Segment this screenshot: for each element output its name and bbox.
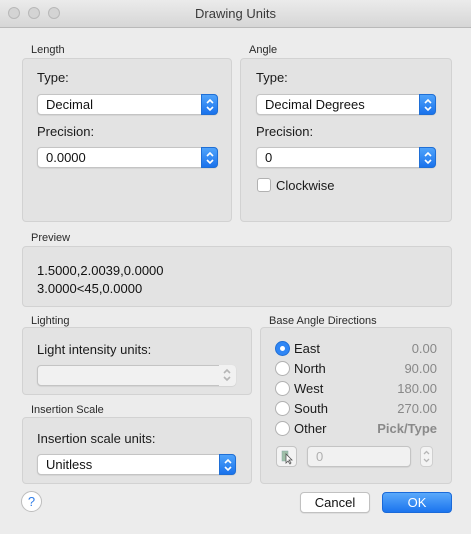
length-precision-value: 0.0000 — [46, 150, 86, 165]
angle-panel: Type: Decimal Degrees Precision: 0 Clock… — [240, 58, 452, 222]
clockwise-checkbox[interactable] — [257, 178, 271, 192]
ok-button[interactable]: OK — [382, 492, 452, 513]
radio-east-label[interactable]: East — [294, 341, 320, 356]
radio-south-label[interactable]: South — [294, 401, 328, 416]
cancel-button[interactable]: Cancel — [300, 492, 370, 513]
radio-other-label[interactable]: Other — [294, 421, 327, 436]
lighting-section-label: Lighting — [31, 315, 70, 327]
other-angle-input[interactable]: 0 — [307, 446, 411, 467]
radio-west[interactable] — [275, 381, 290, 396]
angle-precision-label: Precision: — [256, 124, 314, 139]
pick-type-label: Pick/Type — [377, 421, 437, 436]
length-type-label: Type: — [37, 70, 69, 85]
radio-north-label[interactable]: North — [294, 361, 326, 376]
length-precision-select[interactable]: 0.0000 — [37, 147, 218, 168]
north-angle-value: 90.00 — [404, 361, 437, 376]
insertion-panel: Insertion scale units: Unitless — [22, 417, 252, 484]
other-angle-stepper[interactable] — [420, 446, 433, 467]
length-type-stepper-icon — [201, 94, 218, 115]
length-panel: Type: Decimal Precision: 0.0000 — [22, 58, 232, 222]
insertion-units-select[interactable]: Unitless — [37, 454, 236, 475]
light-intensity-label: Light intensity units: — [37, 342, 152, 357]
angle-type-stepper-icon — [419, 94, 436, 115]
pick-cursor-icon — [281, 450, 293, 465]
preview-panel: 1.5000,2.0039,0.0000 3.0000<45,0.0000 — [22, 246, 452, 307]
insertion-units-value: Unitless — [46, 457, 93, 472]
length-section-label: Length — [31, 44, 65, 56]
angle-precision-value: 0 — [265, 150, 273, 165]
south-angle-value: 270.00 — [397, 401, 437, 416]
radio-other[interactable] — [275, 421, 290, 436]
angle-type-select[interactable]: Decimal Degrees — [256, 94, 436, 115]
length-type-value: Decimal — [46, 97, 93, 112]
angle-section-label: Angle — [249, 44, 278, 56]
radio-south[interactable] — [275, 401, 290, 416]
base-angle-panel: East 0.00 North 90.00 West 180.00 South … — [260, 327, 452, 484]
length-precision-stepper-icon — [201, 147, 218, 168]
insertion-section-label: Insertion Scale — [31, 404, 104, 416]
base-angle-section-label: Base Angle Directions — [269, 315, 377, 327]
window-title: Drawing Units — [195, 6, 276, 21]
angle-precision-select[interactable]: 0 — [256, 147, 436, 168]
angle-type-label: Type: — [256, 70, 288, 85]
clockwise-label[interactable]: Clockwise — [276, 178, 335, 193]
lighting-panel: Light intensity units: — [22, 327, 252, 395]
west-angle-value: 180.00 — [397, 381, 437, 396]
stepper-arrows-icon — [423, 450, 430, 463]
angle-type-value: Decimal Degrees — [265, 97, 365, 112]
insertion-units-stepper-icon — [219, 454, 236, 475]
pick-angle-button[interactable] — [276, 446, 297, 467]
help-button[interactable]: ? — [21, 491, 42, 512]
east-angle-value: 0.00 — [411, 341, 437, 356]
preview-line-1: 1.5000,2.0039,0.0000 — [37, 263, 164, 278]
light-intensity-select[interactable] — [37, 365, 236, 386]
angle-precision-stepper-icon — [419, 147, 436, 168]
title-bar: Drawing Units — [0, 0, 471, 28]
preview-line-2: 3.0000<45,0.0000 — [37, 281, 143, 296]
radio-north[interactable] — [275, 361, 290, 376]
radio-east[interactable] — [275, 341, 290, 356]
length-precision-label: Precision: — [37, 124, 95, 139]
radio-west-label[interactable]: West — [294, 381, 323, 396]
length-type-select[interactable]: Decimal — [37, 94, 218, 115]
preview-section-label: Preview — [31, 232, 71, 244]
insertion-units-label: Insertion scale units: — [37, 431, 156, 446]
light-intensity-stepper-icon — [219, 365, 236, 386]
other-angle-value: 0 — [316, 449, 324, 464]
